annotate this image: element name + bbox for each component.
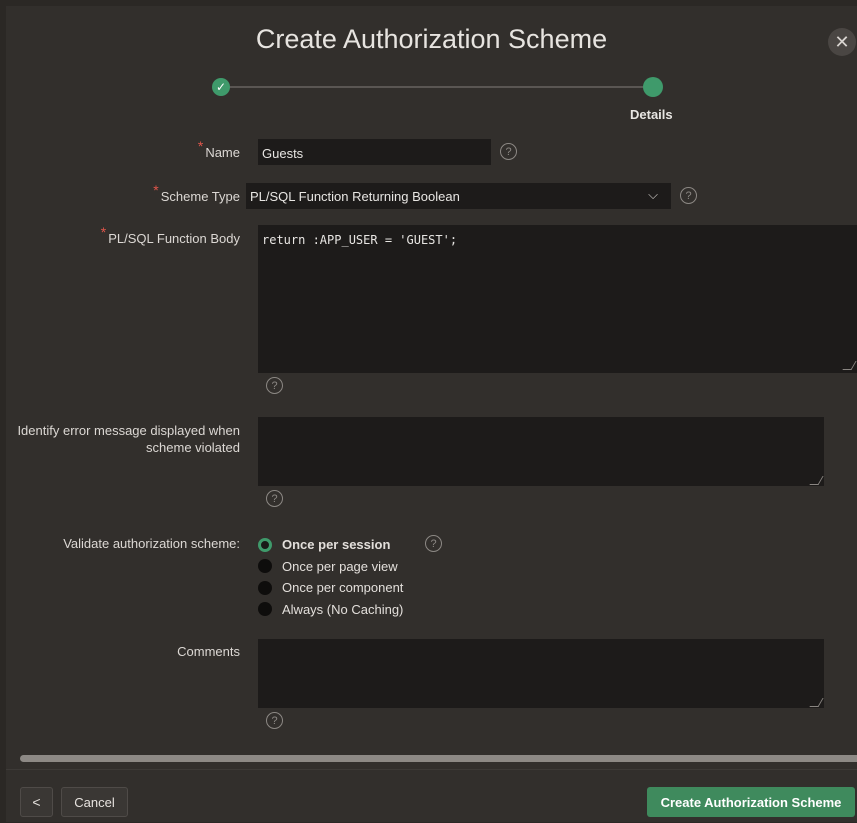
comments-label: Comments: [177, 644, 240, 659]
wizard-step-label: Details: [630, 107, 673, 122]
resize-handle[interactable]: [842, 361, 857, 370]
radio-icon[interactable]: [258, 580, 272, 595]
scheme-type-label: * Scheme Type: [153, 182, 240, 204]
chevron-down-icon: ⌵: [648, 187, 658, 202]
validate-radio-group: Once per session Once per page view Once…: [258, 534, 403, 620]
function-body-help-icon[interactable]: ?: [266, 377, 283, 394]
radio-once-per-session[interactable]: Once per session: [258, 534, 403, 556]
radio-icon[interactable]: [258, 602, 272, 617]
error-message-help-icon[interactable]: ?: [266, 490, 283, 507]
scheme-type-value: PL/SQL Function Returning Boolean: [250, 189, 460, 204]
radio-selected-icon[interactable]: [258, 537, 272, 552]
wizard-step-complete-check-icon: ✓: [212, 78, 230, 96]
required-marker: *: [197, 138, 204, 154]
error-message-label: Identify error message displayed when sc…: [17, 423, 240, 455]
name-help-icon[interactable]: ?: [500, 143, 517, 160]
radio-always-no-caching[interactable]: Always (No Caching): [258, 599, 403, 621]
function-body-code: return :APP_USER = 'GUEST';: [262, 233, 458, 247]
radio-once-per-component[interactable]: Once per component: [258, 577, 403, 599]
authorization-scheme-dialog: Create Authorization Scheme ✕ ✓ Details …: [6, 6, 857, 822]
scheme-type-select[interactable]: PL/SQL Function Returning Boolean ⌵: [246, 183, 671, 209]
function-body-label: * PL/SQL Function Body: [100, 224, 240, 246]
required-marker: *: [100, 224, 107, 240]
name-label: * Name: [197, 138, 240, 160]
required-marker: *: [153, 182, 159, 198]
cancel-button[interactable]: Cancel: [61, 787, 128, 817]
dialog-title: Create Authorization Scheme: [255, 24, 608, 54]
back-button[interactable]: <: [20, 787, 53, 817]
error-message-textarea[interactable]: [258, 417, 824, 486]
scheme-type-help-icon[interactable]: ?: [680, 187, 697, 204]
create-authorization-scheme-button[interactable]: Create Authorization Scheme: [647, 787, 855, 817]
name-field[interactable]: Guests: [258, 139, 491, 165]
wizard-step-current: [643, 77, 663, 97]
horizontal-scrollbar[interactable]: [20, 755, 857, 762]
function-body-editor[interactable]: return :APP_USER = 'GUEST';: [258, 225, 857, 373]
dialog-footer: < Cancel Create Authorization Scheme: [6, 769, 857, 823]
comments-textarea[interactable]: [258, 639, 824, 708]
comments-help-icon[interactable]: ?: [266, 712, 283, 729]
validate-label: Validate authorization scheme:: [63, 536, 240, 551]
radio-icon[interactable]: [258, 559, 272, 574]
close-icon[interactable]: ✕: [828, 28, 856, 56]
wizard-progress-line: [228, 86, 658, 88]
validate-help-icon[interactable]: ?: [425, 535, 442, 552]
radio-once-per-page-view[interactable]: Once per page view: [258, 556, 403, 578]
